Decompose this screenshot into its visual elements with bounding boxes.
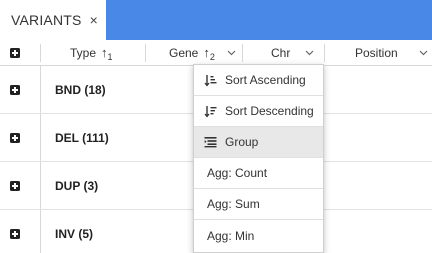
- column-header-type[interactable]: Type ↑1: [70, 40, 113, 66]
- sort-order-index: 1: [107, 51, 113, 62]
- expand-all-button[interactable]: [10, 40, 20, 66]
- column-menu-chevron-icon[interactable]: [305, 40, 314, 66]
- column-divider: [242, 44, 243, 62]
- column-menu-chevron-icon[interactable]: [419, 40, 428, 66]
- column-header-chr[interactable]: Chr: [271, 40, 290, 66]
- expand-row-icon[interactable]: [10, 229, 20, 239]
- column-header-position[interactable]: Position: [355, 40, 398, 66]
- group-label: DEL (111): [55, 131, 109, 145]
- column-label: Type: [70, 46, 97, 60]
- group-label: BND (18): [55, 83, 106, 97]
- sort-descending-icon: [203, 104, 217, 118]
- menu-item-sort-descending[interactable]: Sort Descending: [194, 96, 323, 127]
- plus-icon: [10, 48, 20, 58]
- menu-item-agg-sum[interactable]: Agg: Sum: [194, 189, 323, 220]
- column-label: Gene: [169, 46, 199, 60]
- column-header-gene[interactable]: Gene ↑2: [169, 40, 215, 66]
- sort-ascending-icon: ↑1: [101, 44, 113, 62]
- group-label: DUP (3): [55, 179, 99, 193]
- sort-order-index: 2: [209, 51, 215, 62]
- expand-row-icon[interactable]: [10, 181, 20, 191]
- column-divider: [40, 44, 41, 62]
- sort-ascending-icon: [203, 73, 217, 87]
- column-label: Position: [355, 46, 398, 60]
- tab-bar: VARIANTS ×: [0, 0, 432, 40]
- column-divider: [145, 44, 146, 62]
- expand-row-icon[interactable]: [10, 133, 20, 143]
- menu-item-label: Agg: Count: [207, 166, 268, 180]
- column-divider: [324, 44, 325, 62]
- column-context-menu: Sort Ascending Sort Descending Group Agg…: [193, 64, 324, 253]
- menu-item-label: Sort Descending: [225, 104, 314, 118]
- menu-item-label: Agg: Min: [207, 228, 255, 243]
- sort-ascending-icon: ↑2: [203, 44, 215, 62]
- menu-item-sort-ascending[interactable]: Sort Ascending: [194, 65, 323, 96]
- menu-item-label: Sort Ascending: [225, 73, 306, 87]
- menu-item-label: Agg: Sum: [207, 197, 260, 211]
- tab-title: VARIANTS: [11, 12, 82, 28]
- column-menu-chevron-icon[interactable]: [227, 40, 236, 66]
- close-icon[interactable]: ×: [90, 13, 98, 27]
- column-label: Chr: [271, 46, 291, 60]
- menu-item-label: Group: [225, 135, 259, 149]
- menu-item-agg-count[interactable]: Agg: Count: [194, 158, 323, 189]
- group-label: INV (5): [55, 227, 94, 241]
- tab-variants[interactable]: VARIANTS ×: [0, 0, 106, 40]
- expand-row-icon[interactable]: [10, 85, 20, 95]
- menu-item-agg-min[interactable]: Agg: Min: [194, 220, 323, 251]
- grid-header: Type ↑1 Gene ↑2 Chr Position: [0, 40, 432, 66]
- menu-item-group[interactable]: Group: [194, 127, 323, 158]
- group-icon: [203, 135, 217, 149]
